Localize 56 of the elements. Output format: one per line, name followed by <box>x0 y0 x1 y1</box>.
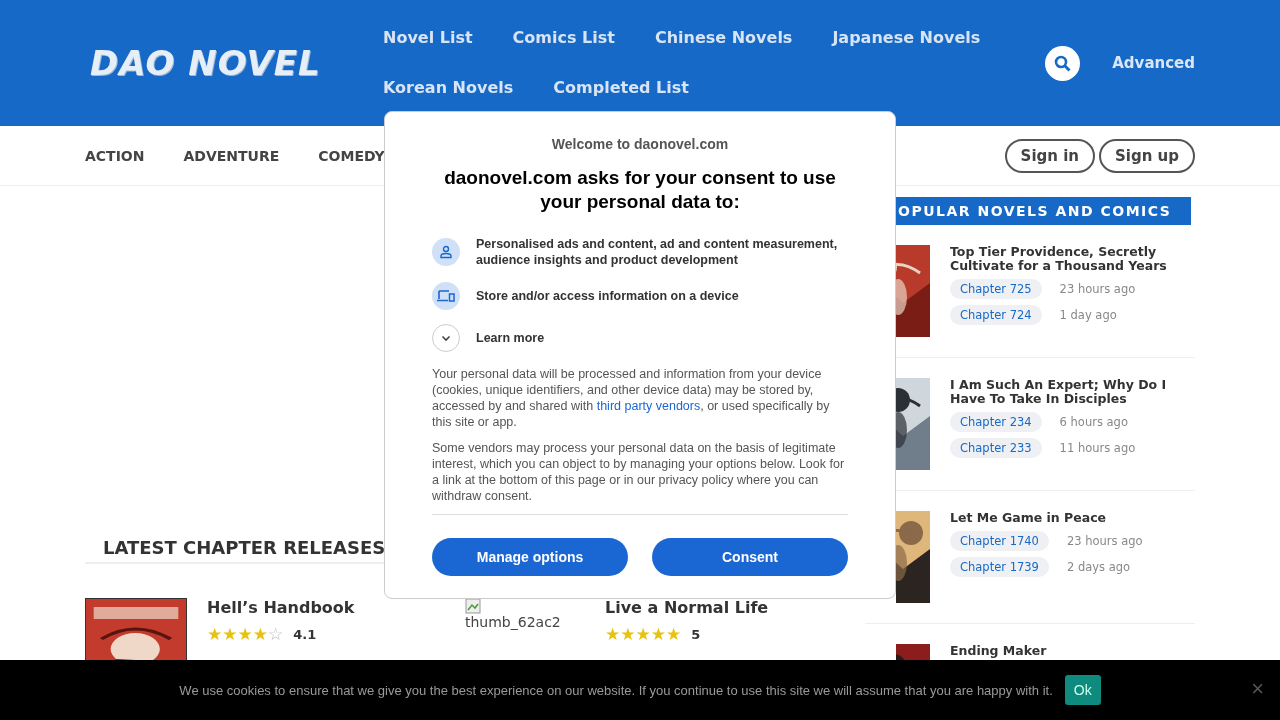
auth-button[interactable]: Sign up <box>1099 138 1195 173</box>
release-time: 6 hours ago <box>1059 415 1128 429</box>
site-logo[interactable]: DAO NOVEL <box>90 43 383 83</box>
person-icon <box>439 245 453 259</box>
search-button[interactable] <box>1045 45 1081 81</box>
chapter-link[interactable]: Chapter 234 <box>950 412 1042 432</box>
novel-title[interactable]: Ending Maker <box>950 644 1047 658</box>
consent-paragraph: Some vendors may process your personal data on the basis of legitimate interest, which you can object to by managing your options below. Look for a link at the bottom of this page or in our privacy policy where you can withdraw consent. <box>432 440 846 504</box>
purpose-text[interactable]: Learn more <box>476 330 545 346</box>
close-button[interactable]: × <box>1251 678 1264 700</box>
star-rating: ★★★★★ <box>605 625 682 643</box>
genre-link[interactable]: COMEDY <box>318 147 385 164</box>
chapter-link[interactable]: Chapter 724 <box>950 305 1042 325</box>
release-time: 11 hours ago <box>1059 441 1136 455</box>
consent-button[interactable]: Consent <box>652 538 848 576</box>
auth-button[interactable]: Sign in <box>1004 138 1095 173</box>
advanced-search-link[interactable]: Advanced <box>1112 54 1195 72</box>
devices-icon <box>437 289 455 303</box>
novel-title[interactable]: Top Tier Providence, Secretly Cultivate for a Thousand Years <box>950 245 1195 273</box>
novel-title[interactable]: Let Me Game in Peace <box>950 511 1143 525</box>
novel-title[interactable]: I Am Such An Expert; Why Do I Have To Take In Disciples <box>950 378 1195 406</box>
cookie-notice: We use cookies to ensure that we give you the best experience on our website. If you continue to use this site we will assume that you are happy with it. <box>179 682 1053 698</box>
chapter-link[interactable]: Chapter 725 <box>950 279 1042 299</box>
release-time: 2 days ago <box>1066 560 1131 574</box>
nav-link[interactable]: Japanese Novels <box>832 24 981 52</box>
release-time: 23 hours ago <box>1066 534 1143 548</box>
release-time: 1 day ago <box>1059 308 1117 322</box>
nav-link[interactable]: Korean Novels <box>383 74 514 102</box>
rating-value: 4.1 <box>293 626 317 642</box>
section-title: LATEST CHAPTER RELEASES <box>103 536 386 558</box>
nav-link[interactable]: Chinese Novels <box>654 24 793 52</box>
star-rating: ★★★★☆ <box>207 625 284 643</box>
consent-paragraph: Your personal data will be processed and information from your device (cookies, unique identifiers, and other device data) may be stored by, accessed by and shared with third party vendors, or used specifically by this site or app. <box>432 366 831 430</box>
dialog-subtitle: Welcome to daonovel.com <box>550 136 730 152</box>
rating-value: 5 <box>691 626 701 642</box>
nav-link[interactable]: Novel List <box>383 24 473 52</box>
novel-title[interactable]: Live a Normal Life <box>605 598 769 617</box>
chapter-link[interactable]: Chapter 1739 <box>950 557 1049 577</box>
section-banner: OPULAR NOVELS AND COMICS <box>896 197 1192 225</box>
nav-link[interactable]: Completed List <box>553 74 689 102</box>
ok-button[interactable]: Ok <box>1064 675 1101 705</box>
broken-image-icon <box>465 598 481 614</box>
release-time: 23 hours ago <box>1059 282 1136 296</box>
purpose-text: Personalised ads and content, ad and content measurement, audience insights and product development <box>476 236 839 268</box>
genre-link[interactable]: ACTION <box>85 147 145 164</box>
search-icon <box>1054 54 1072 72</box>
image-alt-text: thumb_62ac2 <box>465 614 562 630</box>
consent-button[interactable]: Manage options <box>432 538 628 576</box>
nav-link[interactable]: Comics List <box>512 24 615 52</box>
novel-title[interactable]: Hell’s Handbook <box>207 598 355 617</box>
dialog-title: daonovel.com asks for your consent to use your personal data to: <box>443 166 837 214</box>
chapter-link[interactable]: Chapter 233 <box>950 438 1042 458</box>
chapter-link[interactable]: Chapter 1740 <box>950 531 1049 551</box>
genre-link[interactable]: ADVENTURE <box>183 147 280 164</box>
purpose-text: Store and/or access information on a device <box>476 288 739 304</box>
chevron-down-icon[interactable] <box>441 334 451 342</box>
